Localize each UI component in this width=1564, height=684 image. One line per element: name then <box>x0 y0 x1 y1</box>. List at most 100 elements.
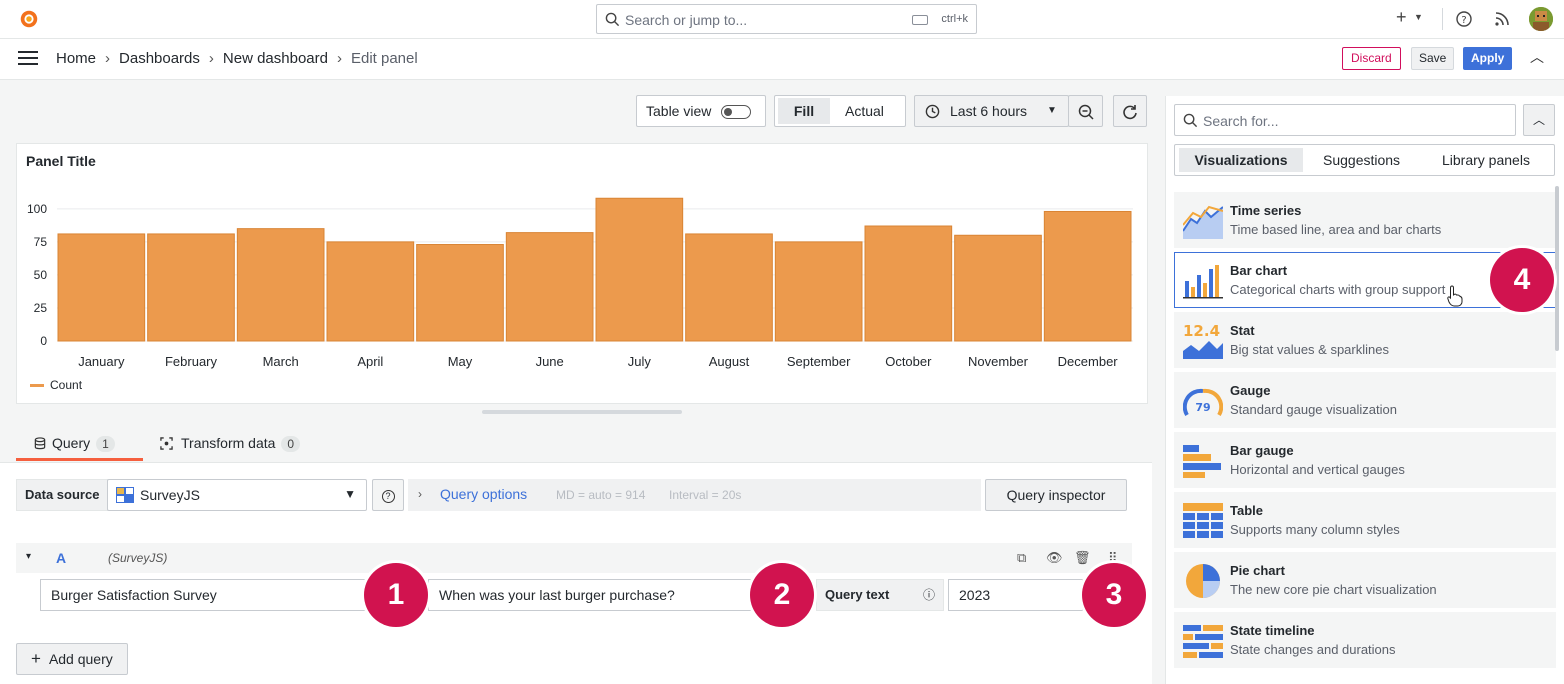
tab-transform-label: Transform data <box>181 435 276 451</box>
y-tick-label: 75 <box>34 235 48 249</box>
x-tick-label: March <box>263 354 299 369</box>
x-tick-label: January <box>78 354 125 369</box>
bar-october[interactable] <box>864 225 953 342</box>
viz-item-table[interactable]: Table Supports many column styles <box>1174 492 1556 548</box>
data-source-value: SurveyJS <box>140 487 200 503</box>
viz-item-name: Time series <box>1230 203 1302 218</box>
discard-button[interactable]: Discard <box>1342 47 1401 70</box>
user-avatar[interactable] <box>1529 7 1553 31</box>
question-select[interactable]: When was your last burger purchase? <box>428 579 758 611</box>
tab-query-count: 1 <box>96 436 115 452</box>
add-query-button[interactable]: + Add query <box>16 643 128 675</box>
viz-item-name: Bar chart <box>1230 263 1288 278</box>
global-search-input[interactable]: Search or jump to... ctrl+k <box>596 4 977 34</box>
time-range-picker[interactable]: Last 6 hours ▼ <box>914 95 1069 127</box>
chart-legend: Count <box>30 378 82 392</box>
surveyjs-icon <box>116 487 134 503</box>
chevron-right-icon: › <box>418 487 422 501</box>
visualization-search-placeholder: Search for... <box>1203 113 1279 129</box>
bar-march[interactable] <box>236 228 325 342</box>
time-series-icon <box>1183 205 1223 239</box>
query-options-md: MD = auto = 914 <box>556 488 646 502</box>
annotation-marker-4: 4 <box>1490 248 1554 312</box>
fill-option[interactable]: Fill <box>778 98 830 124</box>
breadcrumb-home[interactable]: Home <box>56 50 96 67</box>
bar-april[interactable] <box>326 241 415 342</box>
news-feed-icon[interactable] <box>1494 11 1510 27</box>
panel-resize-handle[interactable] <box>482 410 682 414</box>
grafana-logo-icon[interactable] <box>18 8 40 30</box>
annotation-marker-3: 3 <box>1082 563 1146 627</box>
table-view-toggle[interactable]: Table view <box>636 95 766 127</box>
query-options-interval: Interval = 20s <box>669 488 742 502</box>
viz-item-desc: Horizontal and vertical gauges <box>1230 462 1405 477</box>
duplicate-icon[interactable]: ⧉ <box>1017 550 1026 566</box>
query-options-bar[interactable]: › Query options MD = auto = 914 Interval… <box>408 479 981 511</box>
refresh-icon <box>1123 105 1137 120</box>
bar-may[interactable] <box>416 244 504 342</box>
menu-icon[interactable] <box>18 51 38 66</box>
zoom-out-icon <box>1078 104 1094 120</box>
apply-button[interactable]: Apply <box>1463 47 1513 70</box>
survey-select[interactable]: Burger Satisfaction Survey <box>40 579 370 611</box>
picker-scrollbar[interactable] <box>1555 186 1559 351</box>
query-letter[interactable]: A <box>56 550 66 566</box>
refresh-button[interactable] <box>1113 95 1147 127</box>
query-options-label[interactable]: Query options <box>440 486 527 502</box>
visualization-search-input[interactable]: Search for... <box>1174 104 1516 136</box>
x-tick-label: August <box>709 354 750 369</box>
bar-january[interactable] <box>57 233 146 342</box>
query-inspector-button[interactable]: Query inspector <box>985 479 1127 511</box>
viz-item-gauge[interactable]: 79 Gauge Standard gauge visualization <box>1174 372 1556 428</box>
legend-label[interactable]: Count <box>50 378 82 392</box>
zoom-out-button[interactable] <box>1068 95 1103 127</box>
chevron-down-icon[interactable]: ▼ <box>1414 12 1423 22</box>
chevron-down-icon: ▼ <box>1047 105 1057 116</box>
toggle-switch[interactable] <box>721 105 752 120</box>
viz-item-stat[interactable]: 12.4 Stat Big stat values & sparklines <box>1174 312 1556 368</box>
tab-suggestions[interactable]: Suggestions <box>1311 148 1412 172</box>
help-icon: ? <box>381 490 395 503</box>
collapse-chevron-icon[interactable]: ▾ <box>26 551 31 562</box>
breadcrumb-separator: › <box>336 50 342 67</box>
viz-item-name: Table <box>1230 503 1263 518</box>
viz-item-name: Pie chart <box>1230 563 1285 578</box>
bar-june[interactable] <box>505 232 594 342</box>
viz-item-time-series[interactable]: Time series Time based line, area and ba… <box>1174 192 1556 248</box>
new-plus-icon[interactable]: + <box>1396 7 1407 28</box>
query-text-input[interactable]: 2023 <box>948 579 1083 611</box>
x-tick-label: September <box>787 354 851 369</box>
eye-icon[interactable]: 👁 <box>1046 550 1063 566</box>
breadcrumb-dashboards[interactable]: Dashboards <box>119 50 200 67</box>
bar-september[interactable] <box>774 241 863 342</box>
query-text-label-text: Query text <box>825 587 890 602</box>
search-icon <box>1183 113 1198 128</box>
collapse-picker-button[interactable]: ︿ <box>1523 104 1555 136</box>
bar-december[interactable] <box>1043 210 1132 342</box>
actual-option[interactable]: Actual <box>845 96 884 126</box>
trash-icon[interactable]: 🗑 <box>1074 550 1091 566</box>
table-icon <box>1183 503 1223 538</box>
tab-visualizations[interactable]: Visualizations <box>1179 148 1303 172</box>
active-tab-indicator <box>16 458 143 461</box>
help-icon[interactable]: ? <box>1456 11 1472 27</box>
svg-text:?: ? <box>1461 15 1466 26</box>
collapse-chevron-up-icon[interactable]: ︿ <box>1530 47 1544 67</box>
visualization-tabs: Visualizations Suggestions Library panel… <box>1174 144 1555 176</box>
bar-november[interactable] <box>954 234 1042 342</box>
save-button[interactable]: Save <box>1411 47 1455 70</box>
data-source-select[interactable]: SurveyJS ▼ <box>107 479 367 511</box>
tab-library-panels[interactable]: Library panels <box>1430 148 1542 172</box>
chevron-up-icon: ︿ <box>1532 113 1545 127</box>
viz-item-pie-chart[interactable]: Pie chart The new core pie chart visuali… <box>1174 552 1556 608</box>
bar-august[interactable] <box>685 233 773 342</box>
viz-item-bar-gauge[interactable]: Bar gauge Horizontal and vertical gauges <box>1174 432 1556 488</box>
data-source-help-button[interactable]: ? <box>372 479 404 511</box>
legend-swatch <box>30 384 44 388</box>
breadcrumb-new-dashboard[interactable]: New dashboard <box>223 50 328 67</box>
y-tick-label: 0 <box>40 334 47 348</box>
bar-july[interactable] <box>595 197 684 342</box>
viz-item-state-timeline[interactable]: State timeline State changes and duratio… <box>1174 612 1556 668</box>
info-icon[interactable]: ⓘ <box>923 580 935 610</box>
bar-february[interactable] <box>147 233 235 342</box>
